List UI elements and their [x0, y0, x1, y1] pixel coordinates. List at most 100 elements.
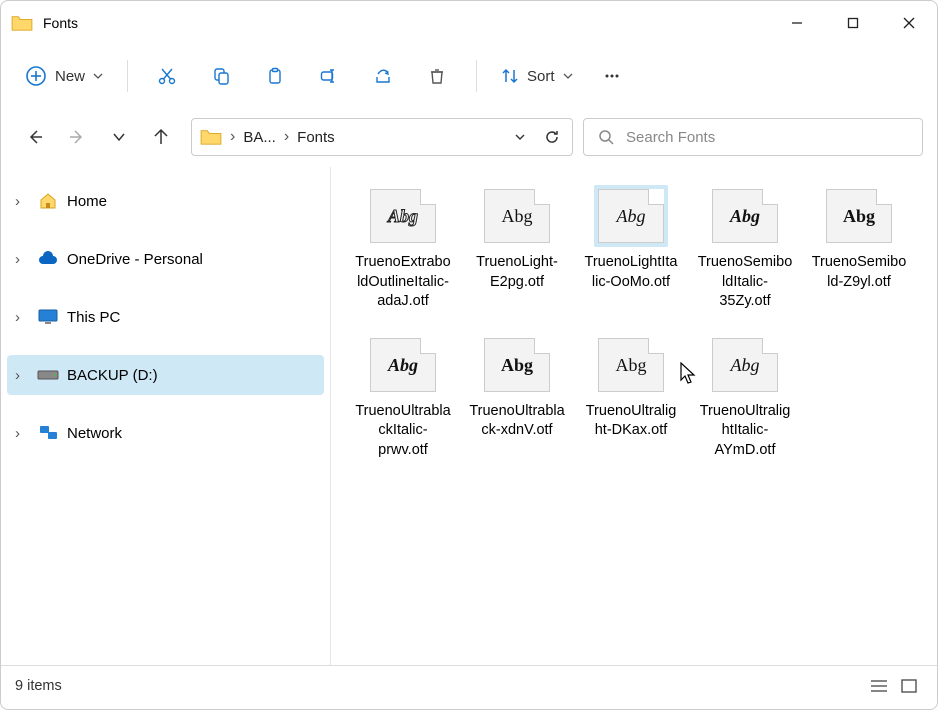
file-item[interactable]: AbgTruenoUltrablackItalic-prwv.otf — [355, 332, 451, 461]
file-item[interactable]: Abg TruenoUltralight-DKax.otf — [583, 332, 679, 461]
file-name: TruenoSemibold-Z9yl.otf — [811, 253, 907, 292]
more-button[interactable] — [587, 57, 637, 95]
details-view-button[interactable] — [865, 673, 893, 699]
chevron-down-icon — [112, 130, 126, 144]
thumbnails-view-button[interactable] — [895, 673, 923, 699]
breadcrumb[interactable]: › BA... › Fonts — [191, 118, 573, 156]
sidebar-item-cloud[interactable]: ›OneDrive - Personal — [7, 239, 324, 279]
search-input[interactable] — [626, 129, 908, 146]
status-bar: 9 items — [1, 665, 937, 705]
trash-icon — [427, 66, 447, 86]
chevron-right-icon: › — [15, 367, 29, 384]
chevron-right-icon: › — [15, 251, 29, 268]
sidebar-item-label: This PC — [67, 309, 120, 326]
sort-button[interactable]: Sort — [491, 57, 583, 95]
file-name: TruenoUltralight-DKax.otf — [583, 402, 679, 441]
refresh-button[interactable] — [540, 129, 564, 145]
file-item[interactable]: AbgTruenoUltralightItalic-AYmD.otf — [697, 332, 793, 461]
search-icon — [598, 129, 614, 145]
sidebar-item-label: BACKUP (D:) — [67, 367, 158, 384]
sidebar-item-home[interactable]: › Home — [7, 181, 324, 221]
plus-circle-icon — [25, 65, 47, 87]
file-name: TruenoLightItalic-OoMo.otf — [583, 253, 679, 292]
titlebar: Fonts — [1, 1, 937, 45]
forward-button[interactable] — [67, 127, 87, 147]
file-name: TruenoUltrablack-xdnV.otf — [469, 402, 565, 441]
font-file-icon: Abg — [484, 189, 550, 243]
new-button[interactable]: New — [15, 57, 113, 95]
refresh-icon — [544, 129, 560, 145]
rename-button[interactable] — [304, 57, 354, 95]
cloud-icon — [37, 249, 59, 269]
file-item[interactable]: Abg TruenoLight-E2pg.otf — [469, 183, 565, 312]
paste-button[interactable] — [250, 57, 300, 95]
sidebar-item-drive[interactable]: › BACKUP (D:) — [7, 355, 324, 395]
chevron-down-icon — [563, 71, 573, 81]
item-count: 9 items — [15, 678, 62, 694]
close-button[interactable] — [881, 1, 937, 45]
share-icon — [373, 66, 393, 86]
file-grid[interactable]: Abg TruenoExtraboldOutlineItalic-adaJ.otf… — [331, 167, 937, 665]
delete-button[interactable] — [412, 57, 462, 95]
font-file-icon: Abg — [370, 189, 436, 243]
drive-icon — [37, 365, 59, 385]
chevron-down-icon — [93, 71, 103, 81]
breadcrumb-segment[interactable]: Fonts — [297, 129, 335, 146]
file-item[interactable]: AbgTruenoSemiboldItalic-35Zy.otf — [697, 183, 793, 312]
rename-icon — [319, 66, 339, 86]
back-button[interactable] — [25, 127, 45, 147]
breadcrumb-segment[interactable]: BA... — [243, 129, 276, 146]
file-name: TruenoExtraboldOutlineItalic-adaJ.otf — [355, 253, 451, 312]
file-item[interactable]: Abg TruenoExtraboldOutlineItalic-adaJ.otf — [355, 183, 451, 312]
file-item[interactable]: Abg TruenoSemibold-Z9yl.otf — [811, 183, 907, 312]
font-file-icon: Abg — [598, 338, 664, 392]
copy-icon — [211, 66, 231, 86]
sidebar: ›Home›OneDrive - Personal›This PC›BACKUP… — [1, 167, 331, 665]
sidebar-item-monitor[interactable]: › This PC — [7, 297, 324, 337]
sidebar-item-label: Home — [67, 193, 107, 210]
chevron-right-icon: › — [230, 128, 235, 146]
sidebar-item-label: Network — [67, 425, 122, 442]
sort-icon — [501, 67, 519, 85]
chevron-right-icon: › — [15, 309, 29, 326]
separator — [127, 60, 128, 92]
main-area: ›Home›OneDrive - Personal›This PC›BACKUP… — [1, 167, 937, 665]
file-name: TruenoLight-E2pg.otf — [469, 253, 565, 292]
recent-button[interactable] — [109, 127, 129, 147]
chevron-right-icon: › — [15, 425, 29, 442]
separator — [476, 60, 477, 92]
minimize-button[interactable] — [769, 1, 825, 45]
monitor-icon — [37, 307, 59, 327]
nav-buttons — [15, 127, 181, 147]
network-icon — [37, 423, 59, 443]
cut-button[interactable] — [142, 57, 192, 95]
file-name: TruenoUltrablackItalic-prwv.otf — [355, 402, 451, 461]
navigation-row: › BA... › Fonts — [1, 107, 937, 167]
share-button[interactable] — [358, 57, 408, 95]
font-file-icon: Abg — [598, 189, 664, 243]
up-button[interactable] — [151, 127, 171, 147]
sort-button-label: Sort — [527, 68, 555, 85]
folder-icon — [200, 128, 222, 146]
chevron-right-icon: › — [15, 193, 29, 210]
folder-icon — [11, 14, 33, 32]
font-file-icon: Abg — [826, 189, 892, 243]
window-controls — [769, 1, 937, 45]
home-icon — [37, 191, 59, 211]
sidebar-item-network[interactable]: › Network — [7, 413, 324, 453]
chevron-down-icon — [514, 131, 526, 143]
file-name: TruenoUltralightItalic-AYmD.otf — [697, 402, 793, 461]
breadcrumb-dropdown[interactable] — [508, 131, 532, 143]
maximize-button[interactable] — [825, 1, 881, 45]
file-item[interactable]: Abg TruenoLightItalic-OoMo.otf — [583, 183, 679, 312]
scissors-icon — [157, 66, 177, 86]
font-file-icon: Abg — [484, 338, 550, 392]
clipboard-icon — [265, 66, 285, 86]
file-name: TruenoSemiboldItalic-35Zy.otf — [697, 253, 793, 312]
file-item[interactable]: Abg TruenoUltrablack-xdnV.otf — [469, 332, 565, 461]
search-box[interactable] — [583, 118, 923, 156]
chevron-right-icon: › — [284, 128, 289, 146]
ellipsis-icon — [602, 66, 622, 86]
copy-button[interactable] — [196, 57, 246, 95]
new-button-label: New — [55, 68, 85, 85]
